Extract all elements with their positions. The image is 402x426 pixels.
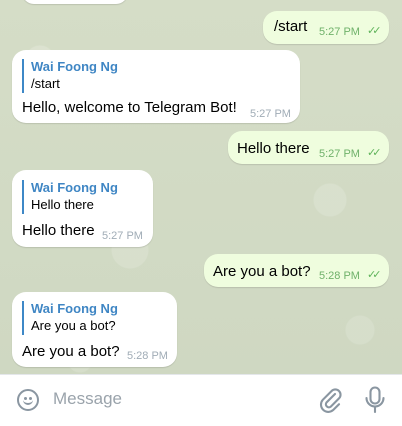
outgoing-message[interactable]: /start 5:27 PM ✓✓ [263,11,389,44]
message-time: 5:27 PM [250,108,291,120]
read-check-icon: ✓✓ [367,269,382,281]
reply-author: Wai Foong Ng [31,180,118,195]
message-time: 5:27 PM [319,148,360,160]
incoming-message[interactable]: Wai Foong Ng /start Hello, welcome to Te… [12,50,300,123]
microphone-icon[interactable] [364,386,386,414]
chat-area[interactable]: /start 5:27 PM ✓✓ Wai Foong Ng /start He… [0,0,402,374]
message-text: Are you a bot? [213,263,311,280]
reply-text: Hello there [31,197,94,212]
incoming-message[interactable]: Wai Foong Ng Hello there Hello there 5:2… [12,170,153,247]
outgoing-message[interactable]: Are you a bot? 5:28 PM ✓✓ [204,254,389,287]
read-check-icon: ✓✓ [367,147,382,159]
message-text: Hello, welcome to Telegram Bot! [22,99,237,116]
emoji-icon[interactable] [17,389,39,411]
message-text: Hello there [237,140,310,157]
attach-icon[interactable] [318,387,342,413]
message-input-bar: Message [0,374,402,426]
reply-preview[interactable]: Wai Foong Ng /start [22,59,118,93]
message-time: 5:27 PM [319,26,360,38]
reply-text: /start [31,76,60,91]
message-time: 5:28 PM [127,350,168,362]
previous-message-stub [22,0,128,4]
message-text: Are you a bot? [22,343,120,360]
reply-preview[interactable]: Wai Foong Ng Hello there [22,180,118,214]
incoming-message[interactable]: Wai Foong Ng Are you a bot? Are you a bo… [12,292,177,367]
reply-text: Are you a bot? [31,318,116,333]
outgoing-message[interactable]: Hello there 5:27 PM ✓✓ [228,131,389,164]
reply-author: Wai Foong Ng [31,59,118,74]
message-time: 5:28 PM [319,270,360,282]
message-text: /start [274,18,308,35]
message-text: Hello there [22,222,95,239]
reply-author: Wai Foong Ng [31,301,118,316]
message-input[interactable]: Message [53,389,122,409]
reply-preview[interactable]: Wai Foong Ng Are you a bot? [22,301,118,335]
read-check-icon: ✓✓ [367,25,382,37]
message-time: 5:27 PM [102,230,143,242]
